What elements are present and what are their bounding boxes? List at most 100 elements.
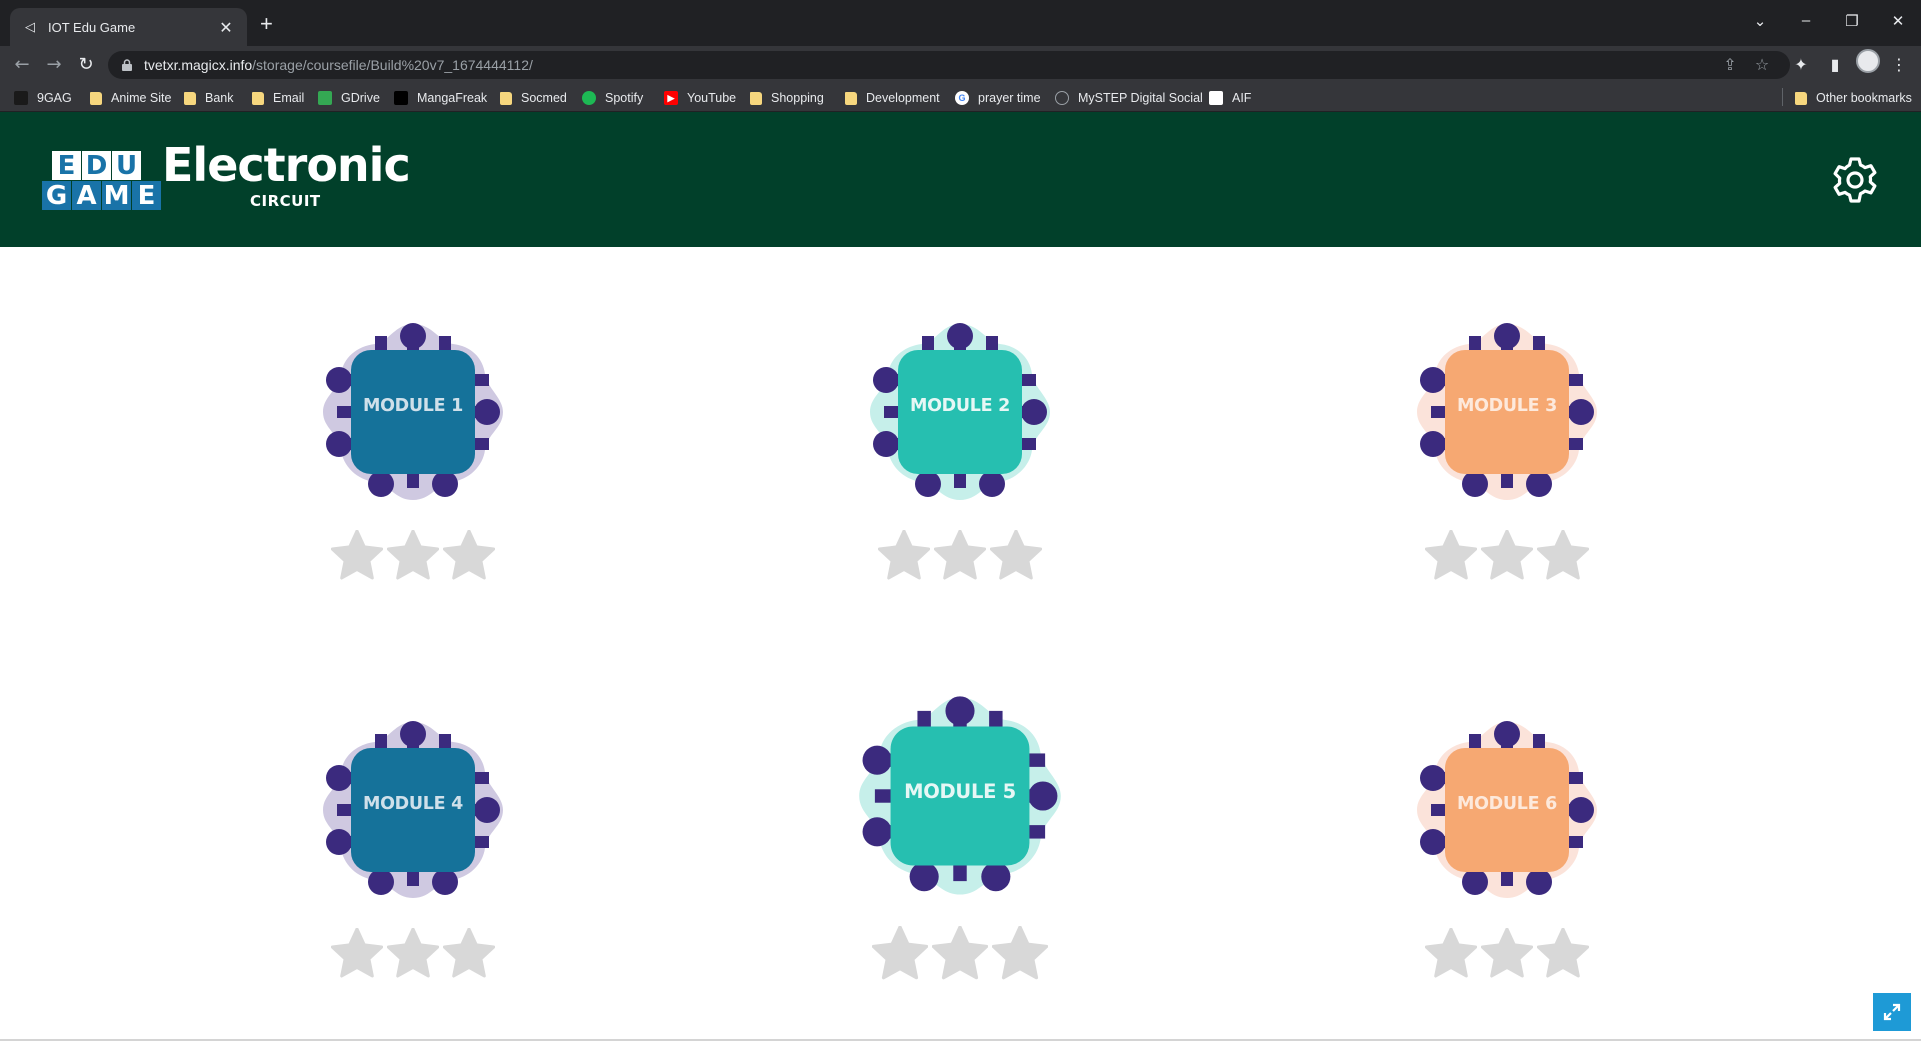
bookmark-label: MySTEP Digital Social bbox=[1078, 91, 1203, 105]
folder-icon bbox=[252, 91, 264, 105]
logo-letter: U bbox=[112, 151, 141, 180]
star-empty-icon bbox=[872, 926, 928, 980]
other-bookmarks-label: Other bookmarks bbox=[1816, 91, 1912, 105]
bookmark-label: Spotify bbox=[605, 91, 644, 105]
logo-letter: G bbox=[42, 181, 71, 210]
module-2-card[interactable]: MODULE 2 bbox=[860, 312, 1060, 612]
module-1-card[interactable]: MODULE 1 bbox=[313, 312, 513, 612]
star-empty-icon bbox=[1425, 530, 1477, 580]
side-panel-icon[interactable]: ▮ bbox=[1824, 55, 1846, 74]
back-icon[interactable]: ← bbox=[10, 54, 34, 75]
module-label: MODULE 3 bbox=[1456, 396, 1557, 416]
google-icon: G bbox=[955, 91, 969, 105]
window-close-icon[interactable]: ✕ bbox=[1888, 12, 1908, 30]
star-empty-icon bbox=[1425, 928, 1477, 978]
folder-icon bbox=[1795, 91, 1807, 105]
unity-favicon-icon: ◁ bbox=[25, 19, 35, 35]
browser-tab[interactable]: ◁ IOT Edu Game ✕ bbox=[10, 8, 247, 46]
tab-strip: ◁ IOT Edu Game ✕ + ⌄ – ❐ ✕ bbox=[0, 0, 1921, 46]
star-rating bbox=[1425, 530, 1589, 582]
module-5-card[interactable]: MODULE 5 bbox=[859, 696, 1061, 996]
game-title: Electronic bbox=[162, 138, 411, 192]
star-empty-icon bbox=[1481, 928, 1533, 978]
folder-icon bbox=[500, 91, 512, 105]
star-empty-icon bbox=[1537, 928, 1589, 978]
star-rating bbox=[878, 530, 1042, 582]
url-text: tvetxr.magicx.info/storage/coursefile/Bu… bbox=[144, 57, 533, 73]
logo-letter: A bbox=[72, 181, 101, 210]
star-rating bbox=[872, 926, 1048, 980]
bookmarks-separator bbox=[1782, 88, 1783, 106]
bookmark-label: 9GAG bbox=[37, 91, 72, 105]
close-tab-icon[interactable]: ✕ bbox=[217, 18, 235, 37]
bookmark-gdrive[interactable]: GDrive bbox=[318, 89, 380, 107]
module-label: MODULE 5 bbox=[904, 780, 1016, 803]
bookmark-prayer-time[interactable]: Gprayer time bbox=[955, 89, 1041, 107]
bookmark-socmed[interactable]: Socmed bbox=[500, 89, 567, 107]
minimize-icon[interactable]: – bbox=[1796, 12, 1816, 29]
bookmark-label: YouTube bbox=[687, 91, 737, 105]
module-3-card[interactable]: MODULE 3 bbox=[1407, 312, 1607, 612]
game-canvas[interactable]: EDU GAME Electronic CIRCUIT MODULE 1 MODU… bbox=[0, 112, 1921, 1041]
extensions-icon[interactable]: ✦ bbox=[1790, 55, 1812, 74]
bookmark-label: Email bbox=[273, 91, 305, 105]
star-rating bbox=[331, 928, 495, 980]
forward-icon[interactable]: → bbox=[42, 54, 66, 75]
url-path: /storage/coursefile/Build%20v7_167444411… bbox=[252, 57, 533, 73]
module-label: MODULE 1 bbox=[362, 396, 463, 416]
gdrive-icon bbox=[318, 91, 332, 105]
folder-icon bbox=[750, 91, 762, 105]
bookmark-bank[interactable]: Bank bbox=[184, 89, 234, 107]
bookmark-label: Bank bbox=[205, 91, 234, 105]
star-empty-icon bbox=[1481, 530, 1533, 580]
tab-search-icon[interactable]: ⌄ bbox=[1750, 12, 1770, 30]
other-bookmarks[interactable]: Other bookmarks bbox=[1795, 89, 1912, 107]
star-empty-icon bbox=[992, 926, 1048, 980]
star-empty-icon bbox=[387, 530, 439, 580]
bookmark-aif[interactable]: AIF bbox=[1209, 89, 1251, 107]
bookmark-mangafreak[interactable]: MangaFreak bbox=[394, 89, 487, 107]
star-empty-icon bbox=[878, 530, 930, 580]
reload-icon[interactable]: ↻ bbox=[74, 54, 98, 75]
star-empty-icon bbox=[932, 926, 988, 980]
star-rating bbox=[331, 530, 495, 582]
bookmark-label: prayer time bbox=[978, 91, 1041, 105]
tab-title: IOT Edu Game bbox=[48, 19, 136, 35]
share-icon[interactable]: ⇪ bbox=[1720, 55, 1740, 74]
bookmark-anime-site[interactable]: Anime Site bbox=[90, 89, 171, 107]
star-empty-icon bbox=[387, 928, 439, 978]
star-empty-icon bbox=[443, 928, 495, 978]
bookmark-star-icon[interactable]: ☆ bbox=[1752, 55, 1772, 74]
star-empty-icon bbox=[990, 530, 1042, 580]
bookmark-youtube[interactable]: ▶ YouTube bbox=[664, 89, 736, 107]
more-menu-icon[interactable]: ⋮ bbox=[1888, 55, 1910, 74]
bookmark-label: Socmed bbox=[521, 91, 567, 105]
module-6-card[interactable]: MODULE 6 bbox=[1407, 710, 1607, 1010]
bookmark-email[interactable]: Email bbox=[252, 89, 304, 107]
restore-icon[interactable]: ❐ bbox=[1842, 12, 1862, 30]
youtube-icon: ▶ bbox=[664, 91, 678, 105]
game-subtitle: CIRCUIT bbox=[250, 192, 321, 210]
spotify-icon bbox=[582, 91, 596, 105]
bookmark-development[interactable]: Development bbox=[845, 89, 940, 107]
bookmark-shopping[interactable]: Shopping bbox=[750, 89, 824, 107]
bookmark-spotify[interactable]: Spotify bbox=[582, 89, 643, 107]
url-host: tvetxr.magicx.info bbox=[144, 57, 253, 73]
bookmark-9gag[interactable]: 9GAG bbox=[14, 89, 72, 107]
aif-icon bbox=[1209, 91, 1223, 105]
logo-letter: M bbox=[102, 180, 131, 211]
star-rating bbox=[1425, 928, 1589, 980]
address-bar[interactable]: tvetxr.magicx.info/storage/coursefile/Bu… bbox=[108, 51, 1790, 79]
expand-icon bbox=[1883, 1003, 1901, 1021]
fullscreen-button[interactable] bbox=[1873, 993, 1911, 1031]
bookmark-mystep-digital-social[interactable]: MySTEP Digital Social bbox=[1055, 89, 1203, 107]
module-4-card[interactable]: MODULE 4 bbox=[313, 710, 513, 1010]
star-empty-icon bbox=[331, 928, 383, 978]
settings-gear-icon[interactable] bbox=[1830, 155, 1880, 205]
module-label: MODULE 4 bbox=[362, 794, 463, 814]
logo-letter: D bbox=[82, 151, 111, 180]
mangafreak-icon bbox=[394, 91, 408, 105]
new-tab-button[interactable]: + bbox=[260, 12, 273, 36]
profile-avatar[interactable] bbox=[1856, 49, 1880, 73]
star-empty-icon bbox=[443, 530, 495, 580]
